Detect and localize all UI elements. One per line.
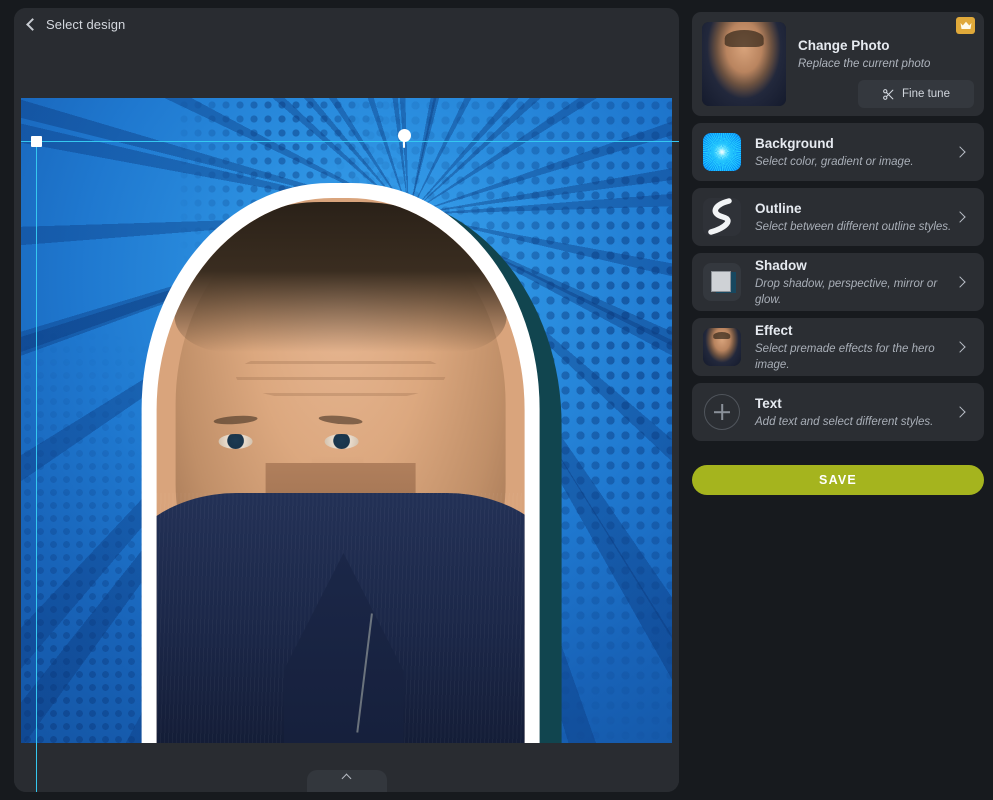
sidebar-item-effect-text: Effect Select premade effects for the he… [755,322,956,373]
ribbon-stroke-shape [708,198,732,235]
portrait-shirt [156,493,525,743]
sidebar-item-effect[interactable]: Effect Select premade effects for the he… [692,318,984,376]
shadow-front-shape [711,271,731,292]
options-sidebar: Change Photo Replace the current photo F… [692,12,984,792]
sidebar-item-label: Outline [755,200,802,216]
portrait-eye-left [218,434,253,449]
sidebar-item-description: Select color, gradient or image. [755,155,914,168]
sidebar-item-outline-text: Outline Select between different outline… [755,200,956,235]
effect-thumbnail-image [703,328,741,366]
change-photo-title: Change Photo [798,38,890,53]
editor-panel: Select design [14,8,679,792]
rotate-handle[interactable] [398,129,411,142]
sidebar-item-label: Text [755,395,782,411]
sidebar-item-text[interactable]: Text Add text and select different style… [692,383,984,441]
fine-tune-button[interactable]: Fine tune [858,80,974,108]
sidebar-item-description: Drop shadow, perspective, mirror or glow… [755,277,938,306]
resize-handle[interactable] [31,136,42,147]
save-button[interactable]: SAVE [692,465,984,495]
crown-icon [960,21,971,29]
sidebar-item-outline[interactable]: Outline Select between different outline… [692,188,984,246]
chevron-right-icon [954,276,966,288]
editor-header: Select design [14,8,679,40]
sidebar-item-description: Select premade effects for the hero imag… [755,342,935,371]
sidebar-item-background-text: Background Select color, gradient or ima… [755,135,956,170]
portrait-eye-right [324,434,359,449]
page-title: Select design [46,16,126,32]
sidebar-item-text-text: Text Add text and select different style… [755,395,956,430]
sidebar-item-description: Select between different outline styles. [755,220,952,233]
portrait-thumbnail-icon[interactable] [702,22,786,106]
change-photo-subtitle: Replace the current photo [798,58,931,70]
selection-edge-left [36,141,37,792]
hero-image[interactable] [133,183,573,743]
design-canvas[interactable] [14,40,679,792]
bottom-drawer-toggle[interactable] [306,770,387,792]
portrait-forehead [235,348,446,402]
sidebar-item-label: Background [755,135,834,151]
sidebar-item-label: Shadow [755,257,807,273]
portrait-collar [283,553,404,743]
chevron-right-icon [954,146,966,158]
plus-circle-icon [703,393,741,431]
hero-portrait-photo [156,198,525,743]
chevron-right-icon [954,406,966,418]
portrait-thumbnail-icon [703,328,741,366]
sidebar-item-background[interactable]: Background Select color, gradient or ima… [692,123,984,181]
sidebar-item-description: Add text and select different styles. [755,415,934,428]
fine-tune-label: Fine tune [902,88,950,100]
sidebar-item-shadow[interactable]: Shadow Drop shadow, perspective, mirror … [692,253,984,311]
plus-circle-shape [704,394,740,430]
chevron-up-icon [341,773,352,784]
chevron-right-icon [954,341,966,353]
ribbon-stroke-thumbnail-icon [703,198,741,236]
premium-badge[interactable] [956,17,975,34]
change-photo-card[interactable]: Change Photo Replace the current photo F… [692,12,984,116]
selection-guide-line [21,141,679,142]
offset-square-thumbnail-icon [703,263,741,301]
portrait-thumbnail-image [702,22,786,106]
artboard[interactable] [21,98,672,743]
sidebar-item-label: Effect [755,322,793,338]
starburst-thumbnail-icon [703,133,741,171]
chevron-left-icon[interactable] [26,17,39,31]
chevron-right-icon [954,211,966,223]
sidebar-item-shadow-text: Shadow Drop shadow, perspective, mirror … [755,257,956,308]
scissors-icon [883,88,894,100]
